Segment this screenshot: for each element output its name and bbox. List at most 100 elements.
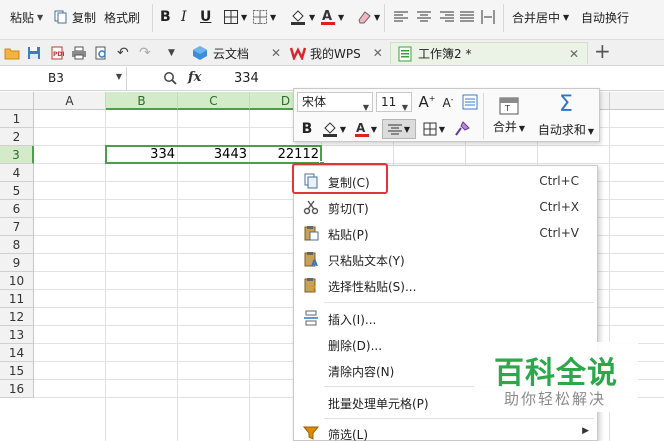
font-color-button[interactable]: A ▼ — [320, 6, 344, 28]
row-header[interactable]: 3 — [0, 146, 34, 164]
paint-bucket-icon — [291, 10, 305, 25]
clear-format-button[interactable]: ▼ — [356, 6, 380, 28]
pdf-icon: PDF — [51, 46, 64, 60]
distribute-icon — [481, 10, 495, 24]
align-center-button[interactable] — [417, 6, 431, 28]
menu-item-paste[interactable]: 粘贴(P) Ctrl+V — [294, 220, 597, 246]
column-header[interactable]: A — [34, 92, 106, 110]
print-preview-button[interactable] — [94, 42, 108, 64]
ribbon-divider — [384, 4, 385, 32]
tab-workbook-2[interactable]: 工作簿2 * ✕ — [390, 42, 588, 64]
tab-my-wps[interactable]: 我的WPS ✕ — [290, 42, 383, 64]
zoom-search-icon[interactable] — [163, 71, 177, 85]
mini-font-color-button[interactable]: A ▼ — [352, 119, 380, 139]
merge-text: 合并 — [492, 120, 517, 134]
ribbon-divider — [503, 4, 504, 32]
print-preview-icon — [95, 46, 106, 60]
close-icon[interactable]: ✕ — [373, 46, 383, 60]
menu-item-label: 选择性粘贴(S)... — [328, 280, 417, 294]
redo-icon: ↷ — [139, 45, 151, 61]
row-header[interactable]: 15 — [0, 362, 34, 380]
row-header[interactable]: 6 — [0, 200, 34, 218]
mini-auto-sum-button[interactable]: Σ 自动求和 ▼ — [534, 91, 598, 141]
font-size-select[interactable]: 11 ▼ — [376, 92, 412, 112]
tab-cloud-docs[interactable]: 云文档 ✕ — [192, 42, 281, 64]
menu-item-paste-special[interactable]: ? 选择性粘贴(S)... — [294, 272, 597, 298]
fill-color-button[interactable]: ▼ — [289, 6, 315, 28]
save-button[interactable] — [27, 42, 41, 64]
menu-item-cut[interactable]: 剪切(T) Ctrl+X — [294, 194, 597, 220]
paste-button[interactable]: 粘贴 ▼ — [10, 6, 43, 28]
row-header[interactable]: 7 — [0, 218, 34, 236]
font-size-value: 11 — [381, 95, 397, 109]
auto-wrap-label: 自动换行 — [581, 10, 630, 25]
column-header[interactable]: B — [106, 92, 178, 110]
menu-item-paste-text-only[interactable]: A 只粘贴文本(Y) — [294, 246, 597, 272]
row-header[interactable]: 8 — [0, 236, 34, 254]
row-header[interactable]: 5 — [0, 182, 34, 200]
redo-button[interactable]: ↷ — [139, 42, 151, 64]
menu-item-insert[interactable]: 插入(I)... — [294, 305, 597, 331]
more-button[interactable]: ▼ — [168, 42, 175, 64]
row-header[interactable]: 16 — [0, 380, 34, 398]
paste-label: 粘贴 — [10, 10, 35, 25]
format-cells-button[interactable] — [461, 92, 479, 112]
export-pdf-button[interactable]: PDF — [50, 42, 64, 64]
row-header[interactable]: 10 — [0, 272, 34, 290]
italic-button[interactable]: I — [181, 6, 187, 28]
watermark-title: 百科全说 — [494, 356, 618, 391]
font-name-select[interactable]: 宋体 ▼ — [297, 92, 373, 112]
format-painter-button[interactable]: 格式刷 — [104, 6, 140, 28]
select-all-corner[interactable] — [0, 92, 34, 110]
new-folder-button[interactable] — [4, 42, 20, 64]
print-button[interactable] — [71, 42, 87, 64]
chevron-down-icon: ▼ — [370, 124, 378, 134]
increase-font-button[interactable]: A+ — [418, 92, 436, 112]
column-header[interactable] — [610, 92, 664, 110]
chevron-down-icon: ▼ — [362, 103, 369, 112]
mini-format-painter-button[interactable] — [452, 119, 472, 139]
border-button[interactable]: ▼ — [223, 6, 247, 28]
column-header[interactable]: C — [178, 92, 250, 110]
formula-input[interactable]: 334 — [234, 71, 259, 86]
new-tab-button[interactable]: + — [594, 39, 611, 63]
row-header[interactable]: 14 — [0, 344, 34, 362]
menu-item-filter[interactable]: 筛选(L) ▶ — [294, 420, 597, 441]
merge-center-button[interactable]: 合并居中 ▼ — [512, 6, 569, 28]
menu-item-label: 批量处理单元格(P) — [328, 397, 429, 411]
row-header[interactable]: 1 — [0, 110, 34, 128]
row-header[interactable]: 2 — [0, 128, 34, 146]
cell-style-button[interactable]: ▼ — [252, 6, 276, 28]
align-right-button[interactable] — [440, 6, 454, 28]
mini-merge-button[interactable]: T 合并 ▼ — [487, 91, 531, 141]
mini-align-center-button[interactable]: ▼ — [382, 119, 416, 139]
row-header[interactable]: 9 — [0, 254, 34, 272]
highlight-box — [292, 163, 388, 194]
copy-button[interactable]: 复制 — [54, 6, 96, 28]
close-icon[interactable]: ✕ — [569, 47, 579, 61]
mini-bold-button[interactable]: B — [299, 119, 315, 139]
chevron-down-icon: ▼ — [518, 124, 526, 133]
row-header[interactable]: 13 — [0, 326, 34, 344]
name-box[interactable]: B3 ▼ — [0, 67, 127, 90]
underline-button[interactable]: U — [200, 6, 211, 28]
align-left-button[interactable] — [394, 6, 408, 28]
row-header[interactable]: 11 — [0, 290, 34, 308]
mini-border-button[interactable]: ▼ — [420, 119, 448, 139]
font-name-value: 宋体 — [302, 95, 327, 109]
decrease-font-icon: A- — [442, 94, 454, 110]
bold-button[interactable]: B — [160, 6, 171, 28]
fx-button[interactable]: fx — [188, 70, 201, 85]
distribute-button[interactable] — [481, 6, 495, 28]
font-color-icon: A — [321, 9, 335, 25]
justify-button[interactable] — [460, 6, 474, 28]
row-header[interactable]: 12 — [0, 308, 34, 326]
undo-button[interactable]: ↶ — [117, 42, 129, 64]
decrease-font-button[interactable]: A- — [439, 92, 457, 112]
copy-label: 复制 — [72, 10, 97, 25]
close-icon[interactable]: ✕ — [271, 46, 281, 60]
row-header[interactable]: 4 — [0, 164, 34, 182]
wps-logo-icon — [290, 47, 306, 60]
mini-fill-color-button[interactable]: ▼ — [319, 119, 349, 139]
auto-wrap-button[interactable]: 自动换行 — [581, 6, 629, 28]
